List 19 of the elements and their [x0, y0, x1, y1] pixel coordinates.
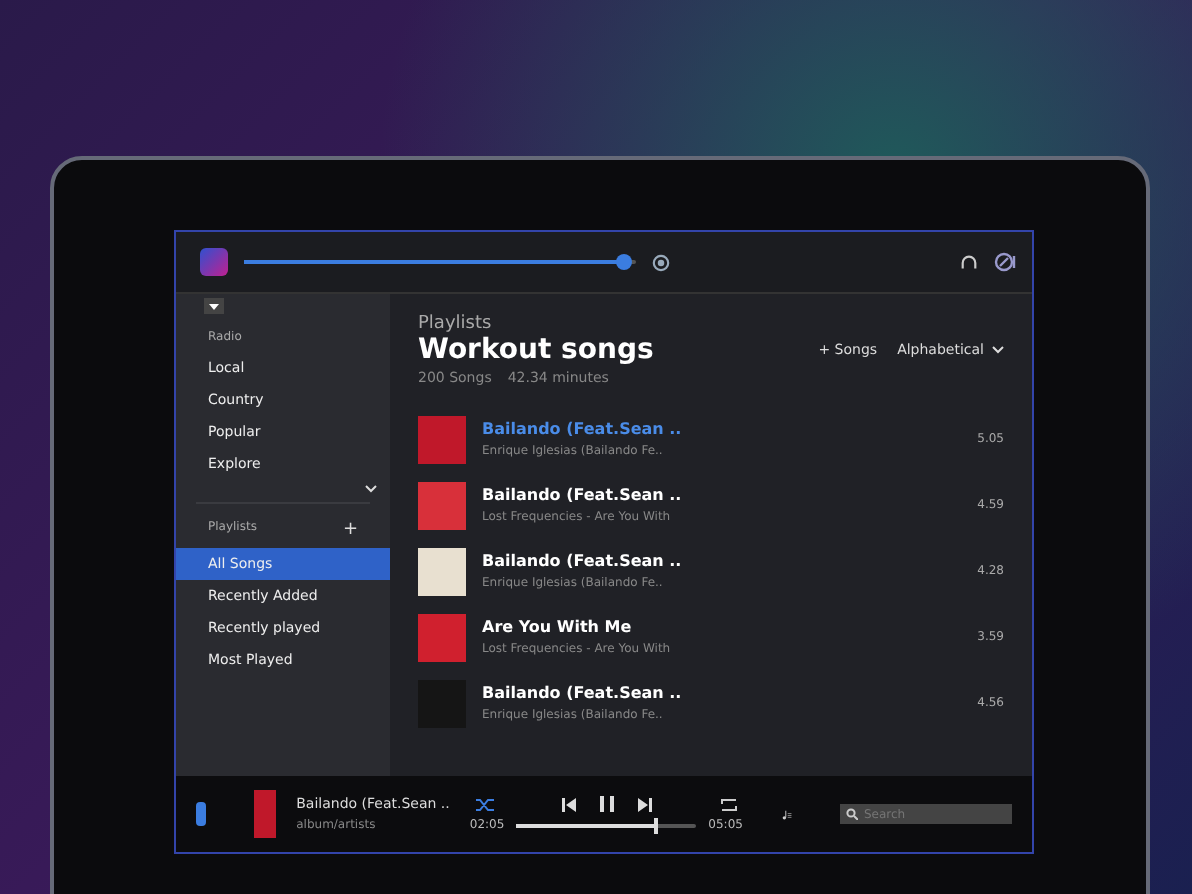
chevron-down-icon[interactable]: [364, 484, 378, 494]
section-label: Playlists: [418, 314, 494, 334]
song-title[interactable]: Are You With Me: [482, 618, 962, 636]
song-title[interactable]: Bailando (Feat.Sean ..: [482, 552, 962, 570]
album-art-placeholder: [253, 790, 277, 838]
song-title[interactable]: Bailando (Feat.Sean ..: [482, 486, 962, 504]
playlist-title: Workout songs: [418, 334, 656, 366]
headphones-icon[interactable]: [960, 253, 978, 271]
pause-icon[interactable]: [599, 796, 614, 812]
previous-icon[interactable]: [561, 797, 576, 811]
next-icon[interactable]: [637, 797, 652, 811]
song-title[interactable]: Bailando (Feat.Sean ..: [482, 420, 962, 438]
add-playlist-button[interactable]: +: [342, 520, 358, 540]
song-title[interactable]: Bailando (Feat.Sean ..: [482, 684, 962, 702]
chevron-down-icon: [992, 346, 1004, 354]
shuffle-icon[interactable]: [475, 797, 494, 811]
repeat-icon[interactable]: [719, 797, 738, 811]
app-logo-icon: [200, 248, 228, 276]
dropdown-icon[interactable]: [204, 298, 224, 314]
